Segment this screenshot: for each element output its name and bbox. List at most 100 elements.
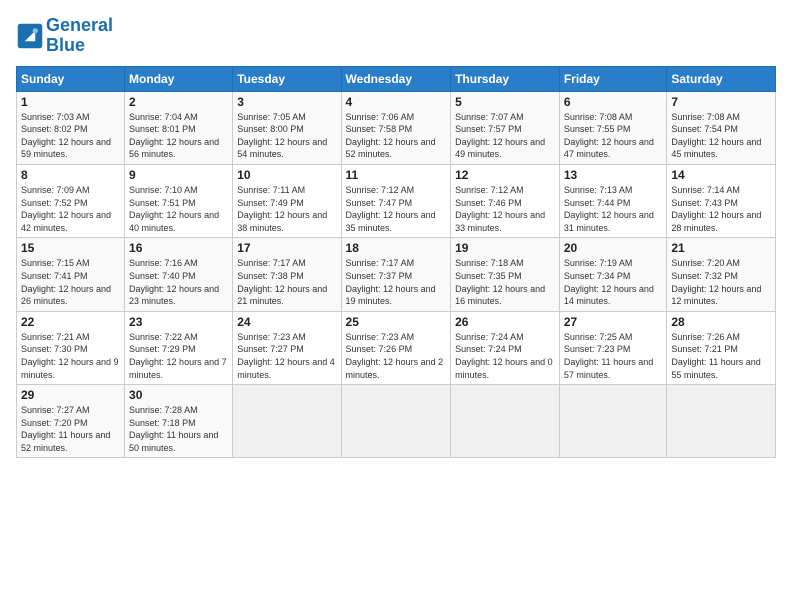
calendar-cell: 8 Sunrise: 7:09 AM Sunset: 7:52 PM Dayli… (17, 164, 125, 237)
day-info: Sunrise: 7:27 AM Sunset: 7:20 PM Dayligh… (21, 404, 120, 454)
calendar-cell: 9 Sunrise: 7:10 AM Sunset: 7:51 PM Dayli… (125, 164, 233, 237)
day-number: 23 (129, 315, 228, 329)
day-info: Sunrise: 7:28 AM Sunset: 7:18 PM Dayligh… (129, 404, 228, 454)
day-number: 22 (21, 315, 120, 329)
day-info: Sunrise: 7:20 AM Sunset: 7:32 PM Dayligh… (671, 257, 771, 307)
day-info: Sunrise: 7:17 AM Sunset: 7:37 PM Dayligh… (346, 257, 447, 307)
calendar-cell: 2 Sunrise: 7:04 AM Sunset: 8:01 PM Dayli… (125, 91, 233, 164)
calendar-cell (451, 385, 560, 458)
day-number: 11 (346, 168, 447, 182)
logo-text: GeneralBlue (46, 16, 113, 56)
day-header-wednesday: Wednesday (341, 66, 451, 91)
day-number: 30 (129, 388, 228, 402)
day-number: 1 (21, 95, 120, 109)
calendar-cell (559, 385, 667, 458)
calendar-cell (341, 385, 451, 458)
day-number: 24 (237, 315, 336, 329)
day-header-saturday: Saturday (667, 66, 776, 91)
calendar-cell: 30 Sunrise: 7:28 AM Sunset: 7:18 PM Dayl… (125, 385, 233, 458)
day-info: Sunrise: 7:16 AM Sunset: 7:40 PM Dayligh… (129, 257, 228, 307)
calendar-cell: 12 Sunrise: 7:12 AM Sunset: 7:46 PM Dayl… (451, 164, 560, 237)
day-info: Sunrise: 7:15 AM Sunset: 7:41 PM Dayligh… (21, 257, 120, 307)
day-number: 7 (671, 95, 771, 109)
calendar-cell: 13 Sunrise: 7:13 AM Sunset: 7:44 PM Dayl… (559, 164, 667, 237)
day-header-sunday: Sunday (17, 66, 125, 91)
calendar-cell: 16 Sunrise: 7:16 AM Sunset: 7:40 PM Dayl… (125, 238, 233, 311)
day-header-friday: Friday (559, 66, 667, 91)
day-info: Sunrise: 7:06 AM Sunset: 7:58 PM Dayligh… (346, 111, 447, 161)
day-info: Sunrise: 7:13 AM Sunset: 7:44 PM Dayligh… (564, 184, 663, 234)
day-header-monday: Monday (125, 66, 233, 91)
day-info: Sunrise: 7:25 AM Sunset: 7:23 PM Dayligh… (564, 331, 663, 381)
calendar-header: SundayMondayTuesdayWednesdayThursdayFrid… (17, 66, 776, 91)
day-info: Sunrise: 7:03 AM Sunset: 8:02 PM Dayligh… (21, 111, 120, 161)
logo: GeneralBlue (16, 16, 113, 56)
day-number: 10 (237, 168, 336, 182)
day-info: Sunrise: 7:17 AM Sunset: 7:38 PM Dayligh… (237, 257, 336, 307)
calendar-cell: 15 Sunrise: 7:15 AM Sunset: 7:41 PM Dayl… (17, 238, 125, 311)
calendar-cell: 4 Sunrise: 7:06 AM Sunset: 7:58 PM Dayli… (341, 91, 451, 164)
day-number: 17 (237, 241, 336, 255)
day-info: Sunrise: 7:05 AM Sunset: 8:00 PM Dayligh… (237, 111, 336, 161)
day-number: 16 (129, 241, 228, 255)
day-number: 21 (671, 241, 771, 255)
day-info: Sunrise: 7:04 AM Sunset: 8:01 PM Dayligh… (129, 111, 228, 161)
calendar-cell: 21 Sunrise: 7:20 AM Sunset: 7:32 PM Dayl… (667, 238, 776, 311)
day-number: 9 (129, 168, 228, 182)
logo-icon (16, 22, 44, 50)
day-info: Sunrise: 7:21 AM Sunset: 7:30 PM Dayligh… (21, 331, 120, 381)
day-number: 4 (346, 95, 447, 109)
day-number: 25 (346, 315, 447, 329)
calendar-cell: 14 Sunrise: 7:14 AM Sunset: 7:43 PM Dayl… (667, 164, 776, 237)
calendar-cell (233, 385, 341, 458)
day-info: Sunrise: 7:18 AM Sunset: 7:35 PM Dayligh… (455, 257, 555, 307)
calendar-week: 15 Sunrise: 7:15 AM Sunset: 7:41 PM Dayl… (17, 238, 776, 311)
day-info: Sunrise: 7:07 AM Sunset: 7:57 PM Dayligh… (455, 111, 555, 161)
calendar-cell: 23 Sunrise: 7:22 AM Sunset: 7:29 PM Dayl… (125, 311, 233, 384)
day-info: Sunrise: 7:19 AM Sunset: 7:34 PM Dayligh… (564, 257, 663, 307)
calendar-week: 29 Sunrise: 7:27 AM Sunset: 7:20 PM Dayl… (17, 385, 776, 458)
calendar-cell (667, 385, 776, 458)
day-info: Sunrise: 7:14 AM Sunset: 7:43 PM Dayligh… (671, 184, 771, 234)
day-number: 14 (671, 168, 771, 182)
day-info: Sunrise: 7:12 AM Sunset: 7:46 PM Dayligh… (455, 184, 555, 234)
calendar-cell: 3 Sunrise: 7:05 AM Sunset: 8:00 PM Dayli… (233, 91, 341, 164)
calendar-cell: 29 Sunrise: 7:27 AM Sunset: 7:20 PM Dayl… (17, 385, 125, 458)
calendar-week: 22 Sunrise: 7:21 AM Sunset: 7:30 PM Dayl… (17, 311, 776, 384)
calendar-cell: 11 Sunrise: 7:12 AM Sunset: 7:47 PM Dayl… (341, 164, 451, 237)
calendar-cell: 17 Sunrise: 7:17 AM Sunset: 7:38 PM Dayl… (233, 238, 341, 311)
calendar-week: 8 Sunrise: 7:09 AM Sunset: 7:52 PM Dayli… (17, 164, 776, 237)
day-number: 18 (346, 241, 447, 255)
day-number: 15 (21, 241, 120, 255)
day-number: 28 (671, 315, 771, 329)
day-header-thursday: Thursday (451, 66, 560, 91)
day-number: 20 (564, 241, 663, 255)
calendar-cell: 28 Sunrise: 7:26 AM Sunset: 7:21 PM Dayl… (667, 311, 776, 384)
day-number: 8 (21, 168, 120, 182)
calendar-cell: 22 Sunrise: 7:21 AM Sunset: 7:30 PM Dayl… (17, 311, 125, 384)
day-info: Sunrise: 7:26 AM Sunset: 7:21 PM Dayligh… (671, 331, 771, 381)
day-info: Sunrise: 7:08 AM Sunset: 7:54 PM Dayligh… (671, 111, 771, 161)
calendar-cell: 25 Sunrise: 7:23 AM Sunset: 7:26 PM Dayl… (341, 311, 451, 384)
calendar-table: SundayMondayTuesdayWednesdayThursdayFrid… (16, 66, 776, 459)
page-header: GeneralBlue (16, 16, 776, 56)
calendar-cell: 20 Sunrise: 7:19 AM Sunset: 7:34 PM Dayl… (559, 238, 667, 311)
day-number: 27 (564, 315, 663, 329)
day-number: 5 (455, 95, 555, 109)
day-info: Sunrise: 7:22 AM Sunset: 7:29 PM Dayligh… (129, 331, 228, 381)
calendar-week: 1 Sunrise: 7:03 AM Sunset: 8:02 PM Dayli… (17, 91, 776, 164)
day-info: Sunrise: 7:23 AM Sunset: 7:27 PM Dayligh… (237, 331, 336, 381)
day-info: Sunrise: 7:09 AM Sunset: 7:52 PM Dayligh… (21, 184, 120, 234)
calendar-cell: 10 Sunrise: 7:11 AM Sunset: 7:49 PM Dayl… (233, 164, 341, 237)
calendar-cell: 7 Sunrise: 7:08 AM Sunset: 7:54 PM Dayli… (667, 91, 776, 164)
day-number: 29 (21, 388, 120, 402)
day-info: Sunrise: 7:11 AM Sunset: 7:49 PM Dayligh… (237, 184, 336, 234)
calendar-cell: 27 Sunrise: 7:25 AM Sunset: 7:23 PM Dayl… (559, 311, 667, 384)
calendar-cell: 1 Sunrise: 7:03 AM Sunset: 8:02 PM Dayli… (17, 91, 125, 164)
calendar-cell: 5 Sunrise: 7:07 AM Sunset: 7:57 PM Dayli… (451, 91, 560, 164)
day-number: 6 (564, 95, 663, 109)
calendar-cell: 6 Sunrise: 7:08 AM Sunset: 7:55 PM Dayli… (559, 91, 667, 164)
day-number: 2 (129, 95, 228, 109)
day-info: Sunrise: 7:24 AM Sunset: 7:24 PM Dayligh… (455, 331, 555, 381)
day-number: 13 (564, 168, 663, 182)
